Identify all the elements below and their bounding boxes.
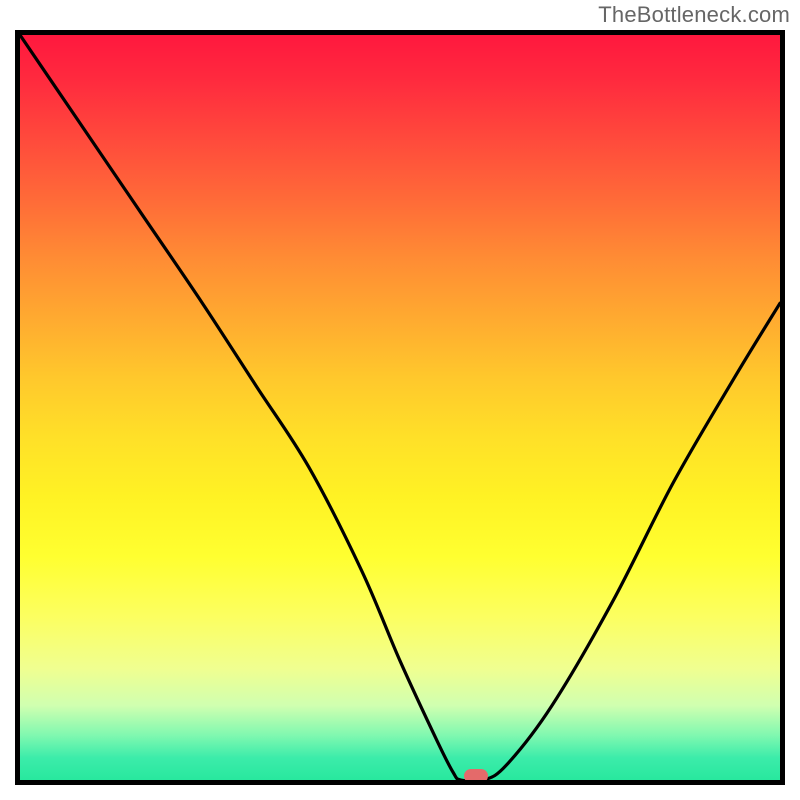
plot-area: [15, 30, 785, 785]
curve-path: [20, 35, 780, 780]
bottleneck-curve: [20, 35, 780, 780]
minimum-marker: [464, 769, 488, 783]
chart-frame: TheBottleneck.com: [0, 0, 800, 800]
watermark-text: TheBottleneck.com: [598, 2, 790, 28]
